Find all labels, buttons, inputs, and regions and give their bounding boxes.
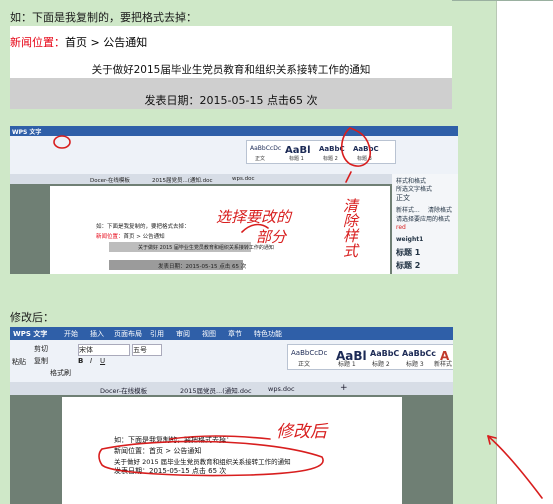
top-divider [452, 0, 553, 1]
screenshot-after: WPS 文字 开始 插入 页面布局 引用 审阅 视图 章节 特色功能 粘贴 剪切… [10, 327, 453, 504]
annotation-clear: 清除样式 [341, 198, 359, 258]
red-annotations [53, 127, 372, 233]
annotation-part: 部分 [256, 228, 287, 246]
screenshot-before: WPS 文字 AaBbCcDc AaBl AaBbC AaBbC 正文 标题 1… [10, 126, 458, 274]
red-annotations [98, 435, 324, 477]
annotation-select: 选择要改的 [216, 208, 292, 226]
red-arrow-annotation [487, 435, 543, 499]
after-label: 修改后： [10, 311, 54, 324]
intro-text: 如：下面是我复制的，要把格式去掉： [10, 11, 197, 24]
news-title: 关于做好2015届毕业生党员教育和组织关系接转工作的通知 [91, 64, 371, 76]
breadcrumb-label: 新闻位置： [10, 36, 65, 49]
panel-divider [496, 0, 497, 504]
annotation-modified: 修改后 [276, 422, 327, 442]
breadcrumb: 新闻位置：首页 > 公告通知 [10, 34, 147, 50]
breadcrumb-path[interactable]: 首页 > 公告通知 [65, 36, 147, 49]
news-date: 发表日期：2015-05-15 点击65 次 [144, 94, 318, 107]
